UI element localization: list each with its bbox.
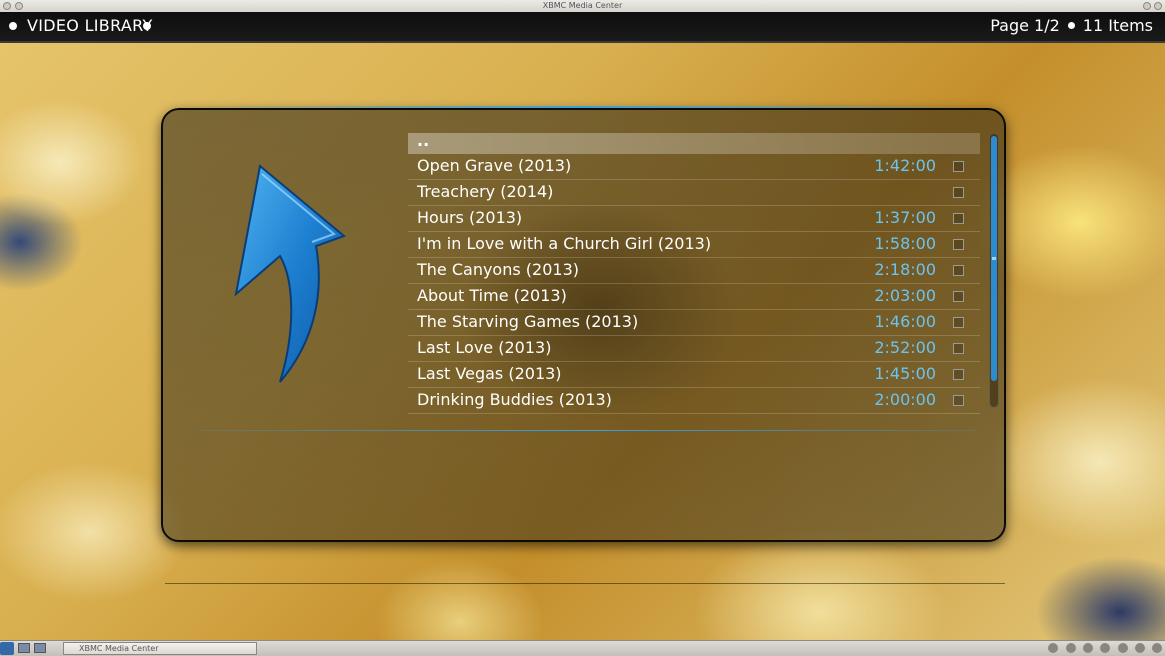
desktop-icon[interactable]: [18, 643, 30, 653]
printer-icon[interactable]: [1118, 643, 1128, 653]
parent-folder-row[interactable]: ..: [408, 131, 980, 154]
list-item[interactable]: Treachery (2014): [408, 180, 980, 206]
page-indicator: Page 1/2: [990, 16, 1060, 35]
watched-checkbox[interactable]: [953, 343, 964, 354]
info-icon[interactable]: [1048, 643, 1058, 653]
movie-duration: 1:45:00: [874, 364, 936, 383]
os-window-title: XBMC Media Center: [542, 1, 623, 10]
bulb-icon[interactable]: [1083, 643, 1093, 653]
close-icon[interactable]: [1154, 2, 1162, 10]
launcher-icon[interactable]: [34, 643, 46, 653]
parent-folder-label: ..: [417, 131, 430, 150]
clock-icon[interactable]: [1152, 643, 1162, 653]
movie-duration: 2:03:00: [874, 286, 936, 305]
window-pin-icon[interactable]: [15, 2, 23, 10]
scrollbar-grip-icon: [992, 257, 996, 260]
movie-title: I'm in Love with a Church Girl (2013): [417, 234, 712, 253]
separator-dot-icon: [1067, 22, 1075, 29]
page-title: VIDEO LIBRARY: [27, 16, 153, 35]
watched-checkbox[interactable]: [953, 213, 964, 224]
header-bar: VIDEO LIBRARY Page 1/2 11 Items: [0, 12, 1165, 43]
taskbar-task-xbmc[interactable]: XBMC Media Center: [63, 642, 257, 655]
movie-title: Last Love (2013): [417, 338, 552, 357]
movie-title: Last Vegas (2013): [417, 364, 562, 383]
volume-icon[interactable]: [1100, 643, 1110, 653]
movie-duration: 2:00:00: [874, 390, 936, 409]
movie-duration: 1:46:00: [874, 312, 936, 331]
movie-title: Treachery (2014): [417, 182, 554, 201]
watched-checkbox[interactable]: [953, 187, 964, 198]
list-item[interactable]: Hours (2013) 1:37:00: [408, 206, 980, 232]
watched-checkbox[interactable]: [953, 317, 964, 328]
list-item[interactable]: Last Vegas (2013) 1:45:00: [408, 362, 980, 388]
list-item[interactable]: The Starving Games (2013) 1:46:00: [408, 310, 980, 336]
item-count: 11 Items: [1082, 16, 1153, 35]
list-scrollbar[interactable]: [989, 133, 999, 408]
window-menu-icon[interactable]: [3, 2, 11, 10]
watched-checkbox[interactable]: [953, 395, 964, 406]
list-item[interactable]: The Canyons (2013) 2:18:00: [408, 258, 980, 284]
movie-duration: 1:37:00: [874, 208, 936, 227]
up-arrow-icon: [234, 164, 346, 383]
watched-checkbox[interactable]: [953, 369, 964, 380]
tray-arrow-icon[interactable]: [1135, 643, 1145, 653]
network-icon[interactable]: [1066, 643, 1076, 653]
panel-bottom-divider: [200, 430, 975, 431]
list-item[interactable]: Last Love (2013) 2:52:00: [408, 336, 980, 362]
watched-checkbox[interactable]: [953, 239, 964, 250]
panel-top-divider: [180, 106, 980, 108]
list-item[interactable]: Open Grave (2013) 1:42:00: [408, 154, 980, 180]
watched-checkbox[interactable]: [953, 291, 964, 302]
header-bullet-icon: [143, 22, 151, 30]
shelf-line: [165, 583, 1005, 584]
watched-checkbox[interactable]: [953, 161, 964, 172]
header-info: Page 1/2 11 Items: [990, 16, 1153, 35]
movie-duration: 2:52:00: [874, 338, 936, 357]
start-menu-icon[interactable]: [0, 642, 14, 655]
list-item[interactable]: Drinking Buddies (2013) 2:00:00: [408, 388, 980, 414]
list-item[interactable]: About Time (2013) 2:03:00: [408, 284, 980, 310]
movie-title: Hours (2013): [417, 208, 523, 227]
movie-duration: 1:42:00: [874, 156, 936, 175]
movie-duration: 2:18:00: [874, 260, 936, 279]
movie-duration: 1:58:00: [874, 234, 936, 253]
os-taskbar: XBMC Media Center: [0, 640, 1165, 656]
movie-title: The Canyons (2013): [417, 260, 579, 279]
media-list: .. Open Grave (2013) 1:42:00 Treachery (…: [408, 131, 980, 414]
movie-title: About Time (2013): [417, 286, 567, 305]
minimize-icon[interactable]: [1143, 2, 1151, 10]
movie-title: The Starving Games (2013): [417, 312, 639, 331]
task-label: XBMC Media Center: [79, 644, 159, 653]
header-bullet-icon: [9, 22, 17, 30]
list-item[interactable]: I'm in Love with a Church Girl (2013) 1:…: [408, 232, 980, 258]
movie-title: Drinking Buddies (2013): [417, 390, 612, 409]
movie-title: Open Grave (2013): [417, 156, 572, 175]
watched-checkbox[interactable]: [953, 265, 964, 276]
